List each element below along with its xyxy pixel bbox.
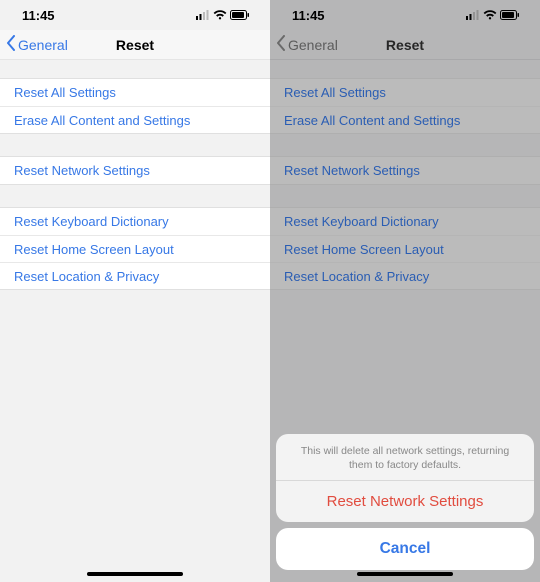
row-label: Reset Keyboard Dictionary: [14, 214, 169, 229]
group-2: Reset Network Settings: [0, 156, 270, 185]
action-sheet: This will delete all network settings, r…: [276, 434, 534, 570]
action-sheet-message: This will delete all network settings, r…: [276, 434, 534, 480]
status-icons: [196, 8, 250, 23]
settings-list: Reset All Settings Erase All Content and…: [0, 78, 270, 312]
row-reset-home-screen[interactable]: Reset Home Screen Layout: [0, 235, 270, 262]
row-label: Erase All Content and Settings: [14, 113, 190, 128]
row-label: Reset Home Screen Layout: [14, 242, 174, 257]
action-sheet-body: This will delete all network settings, r…: [276, 434, 534, 522]
group-1: Reset All Settings Erase All Content and…: [0, 78, 270, 134]
row-reset-all-settings[interactable]: Reset All Settings: [0, 79, 270, 106]
action-cancel-button[interactable]: Cancel: [276, 528, 534, 570]
cellular-icon: [196, 8, 210, 23]
home-indicator: [357, 572, 453, 576]
home-indicator: [87, 572, 183, 576]
group-3: Reset Keyboard Dictionary Reset Home Scr…: [0, 207, 270, 290]
nav-bar: General Reset: [0, 30, 270, 60]
status-bar: 11:45: [0, 0, 270, 30]
action-reset-network-settings[interactable]: Reset Network Settings: [276, 480, 534, 522]
row-label: Reset Location & Privacy: [14, 269, 159, 284]
phone-right: 11:45 General Reset Reset All Settings E…: [270, 0, 540, 582]
status-time: 11:45: [22, 8, 55, 23]
wifi-icon: [213, 8, 227, 23]
row-reset-location-privacy[interactable]: Reset Location & Privacy: [0, 262, 270, 289]
phone-left: 11:45 General Reset Reset All Settings E…: [0, 0, 270, 582]
row-label: Reset All Settings: [14, 85, 116, 100]
row-label: Reset Network Settings: [14, 163, 150, 178]
row-reset-keyboard-dictionary[interactable]: Reset Keyboard Dictionary: [0, 208, 270, 235]
row-reset-network-settings[interactable]: Reset Network Settings: [0, 157, 270, 184]
battery-icon: [230, 8, 250, 23]
row-erase-all-content[interactable]: Erase All Content and Settings: [0, 106, 270, 133]
nav-title: Reset: [0, 37, 270, 53]
